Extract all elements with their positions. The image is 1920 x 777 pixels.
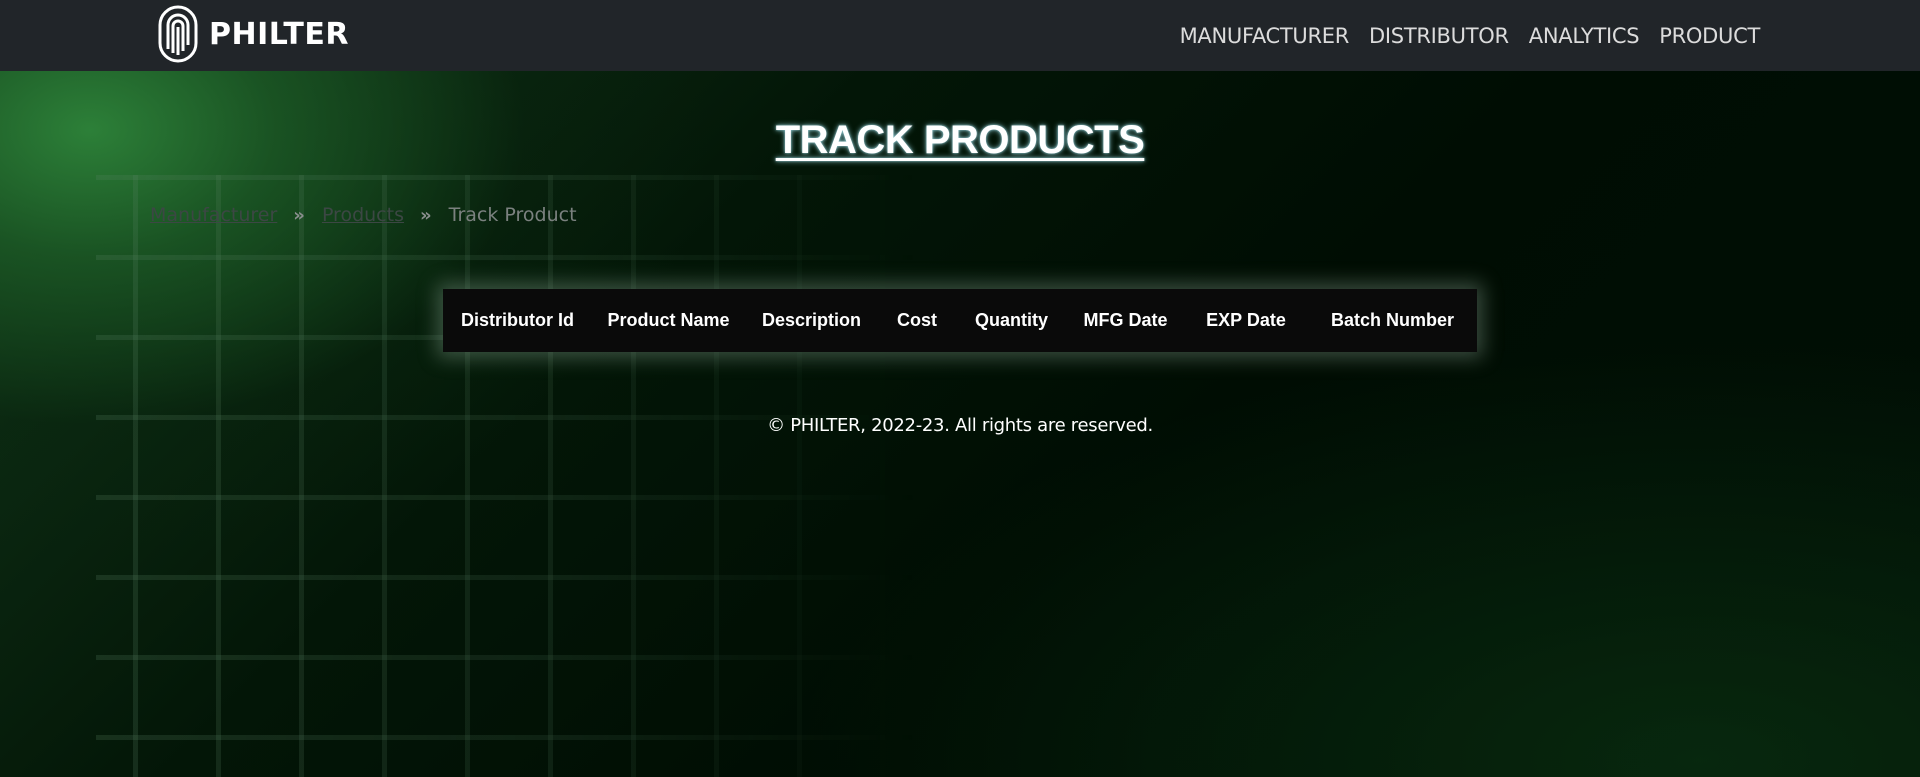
column-header-quantity: Quantity — [974, 310, 1048, 330]
brand-name: PHILTER — [209, 16, 349, 52]
breadcrumb: Manufacturer » Products » Track Product — [150, 201, 577, 229]
double-chevron-right-icon: » — [419, 204, 432, 226]
breadcrumb-link-manufacturer[interactable]: Manufacturer — [150, 204, 277, 226]
navbar: PHILTER MANUFACTURER DISTRIBUTOR ANALYTI… — [0, 0, 1920, 71]
page-title: TRACK PRODUCTS — [775, 118, 1145, 162]
column-header-cost: Cost — [897, 310, 937, 330]
background-grid-pattern — [96, 175, 916, 777]
nav-link-distributor[interactable]: DISTRIBUTOR — [1369, 24, 1509, 48]
nav-link-analytics[interactable]: ANALYTICS — [1529, 24, 1640, 48]
fingerprint-logo-icon — [158, 5, 198, 63]
nav-link-product[interactable]: PRODUCT — [1659, 24, 1760, 48]
table-header-row: Distributor Id Product Name Description … — [443, 289, 1477, 352]
nav-links: MANUFACTURER DISTRIBUTOR ANALYTICS PRODU… — [1160, 0, 1761, 71]
column-header-description: Description — [761, 310, 862, 330]
brand[interactable]: PHILTER — [158, 5, 349, 63]
nav-link-manufacturer[interactable]: MANUFACTURER — [1180, 24, 1350, 48]
column-header-product-name: Product Name — [607, 310, 730, 330]
column-header-exp-date: EXP Date — [1206, 310, 1286, 330]
column-header-mfg-date: MFG Date — [1083, 310, 1168, 330]
double-chevron-right-icon: » — [293, 204, 305, 226]
column-header-batch-number: Batch Number — [1330, 310, 1455, 330]
breadcrumb-link-products[interactable]: Products — [322, 204, 404, 226]
track-products-table: Distributor Id Product Name Description … — [443, 289, 1477, 352]
footer-copyright: © PHILTER, 2022-23. All rights are reser… — [767, 415, 1153, 436]
column-header-distributor-id: Distributor Id — [461, 310, 574, 330]
page-title-container: TRACK PRODUCTS — [0, 118, 1920, 163]
breadcrumb-current: Track Product — [448, 204, 577, 226]
